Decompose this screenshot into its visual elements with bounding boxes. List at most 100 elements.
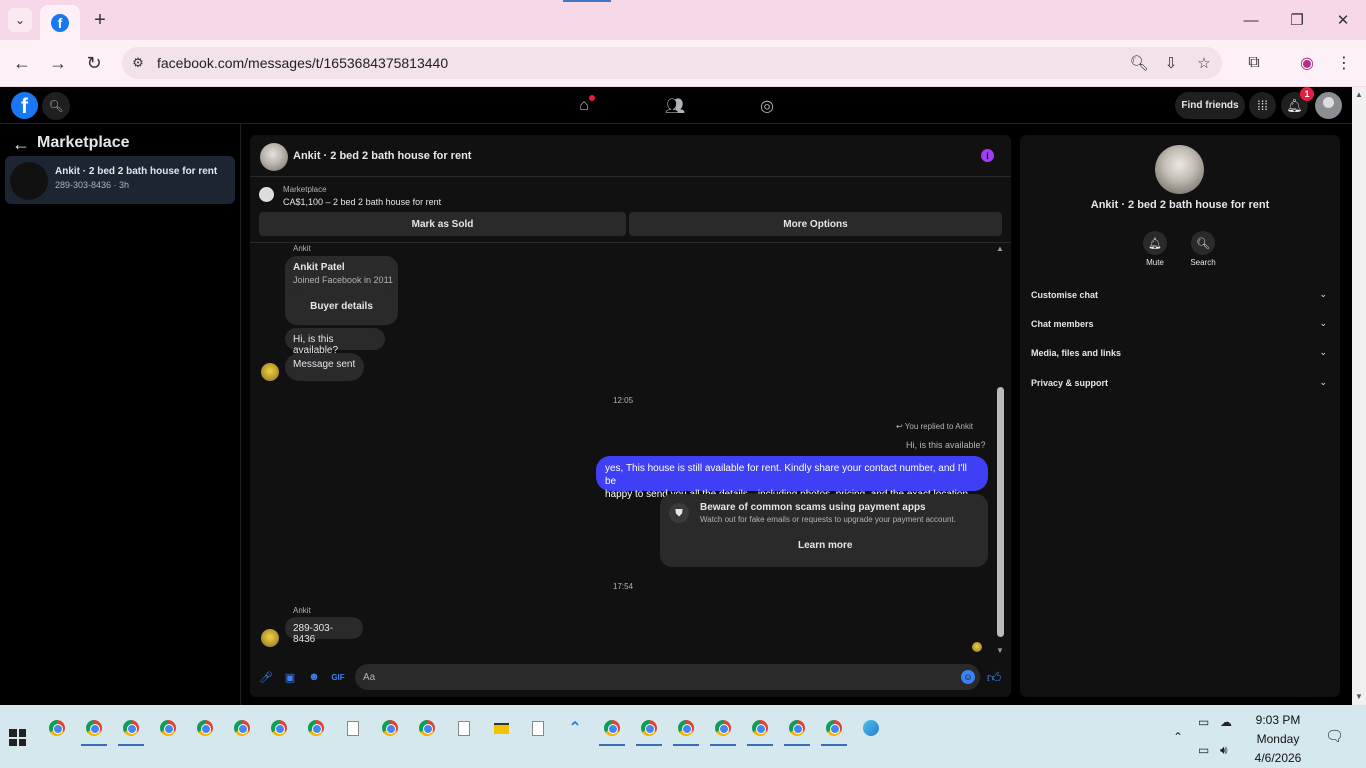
taskbar-chrome-icon[interactable]	[708, 713, 738, 746]
chat-scrollbar[interactable]: ▲ ▼	[996, 244, 1006, 657]
microphone-icon[interactable]: 🎤︎	[259, 670, 273, 684]
system-clock[interactable]: 9:03 PM Monday 4/6/2026	[1248, 711, 1308, 768]
taskbar-chrome-icon[interactable]	[264, 713, 294, 743]
scroll-down-icon[interactable]: ▼	[1355, 692, 1363, 701]
more-options-button[interactable]: More Options	[629, 212, 1002, 236]
search-button[interactable]: 🔍︎ Search	[1183, 231, 1223, 267]
tray-weather-icon[interactable]: ☁	[1220, 715, 1232, 729]
taskbar-chrome-icon[interactable]	[375, 713, 405, 743]
tab-search-icon[interactable]: ⌄	[8, 8, 32, 32]
chat-info-avatar[interactable]	[1155, 145, 1204, 194]
message-input[interactable]	[355, 664, 980, 690]
scroll-up-icon[interactable]: ▲	[1355, 90, 1363, 99]
page-scrollbar[interactable]: ▲ ▼	[1352, 87, 1366, 705]
taskbar-chrome-icon[interactable]	[79, 713, 109, 746]
site-settings-icon[interactable]: ⚙	[128, 53, 148, 73]
listing-title[interactable]: CA$1,100 – 2 bed 2 bath house for rent	[283, 197, 441, 207]
learn-more-link[interactable]: Learn more	[798, 540, 852, 551]
notifications-bell-icon[interactable]: 🔔︎ 1	[1281, 87, 1314, 119]
new-tab-button[interactable]: +	[88, 8, 112, 32]
section-customise-chat[interactable]: Customise chat ⌄	[1031, 288, 1331, 306]
account-avatar[interactable]	[1315, 92, 1342, 119]
photo-icon[interactable]: ▣	[283, 670, 297, 684]
taskbar-edge-icon[interactable]	[856, 713, 886, 743]
extensions-icon[interactable]: ⧉	[1242, 51, 1266, 75]
tray-meet-icon[interactable]: ▭	[1198, 715, 1209, 729]
chevron-down-icon: ⌄	[1319, 318, 1327, 328]
taskbar-file-icon[interactable]	[523, 713, 553, 743]
chat-title[interactable]: Ankit · 2 bed 2 bath house for rent	[293, 150, 471, 162]
section-privacy-support[interactable]: Privacy & support ⌄	[1031, 376, 1331, 394]
taskbar-chrome-icon[interactable]	[190, 713, 220, 743]
taskbar-chrome-icon[interactable]	[42, 713, 72, 743]
listing-thumbnail[interactable]	[259, 187, 274, 202]
taskbar-chrome-icon[interactable]	[116, 713, 146, 746]
taskbar-chrome-icon[interactable]	[153, 713, 183, 743]
taskbar-folder-icon[interactable]	[486, 713, 516, 743]
section-media-files-links[interactable]: Media, files and links ⌄	[1031, 346, 1331, 364]
clock-day: Monday	[1256, 732, 1300, 746]
bookmark-star-icon[interactable]: ☆	[1194, 53, 1214, 73]
back-arrow-icon[interactable]: ←	[12, 134, 30, 155]
profile-icon[interactable]: ◉	[1295, 51, 1319, 75]
sticker-icon[interactable]: ☻	[307, 670, 321, 684]
home-icon[interactable]: ⌂	[572, 94, 596, 118]
scroll-down-icon[interactable]: ▼	[996, 646, 1004, 655]
taskbar-chrome-icon[interactable]	[782, 713, 812, 746]
message-bubble[interactable]: 289-303-8436	[285, 617, 363, 645]
scroll-up-icon[interactable]: ▲	[996, 244, 1004, 253]
url-text[interactable]: facebook.com/messages/t/1653684375813440	[157, 55, 448, 71]
battery-icon[interactable]: ▭	[1198, 743, 1209, 757]
search-icon[interactable]: 🔍︎	[42, 92, 70, 120]
restore-icon[interactable]: ❐	[1285, 8, 1309, 32]
thumbs-up-icon[interactable]: 👍︎	[987, 669, 1002, 685]
message-bubble[interactable]: Message sent	[285, 353, 364, 381]
zoom-icon[interactable]: 🔍︎	[1129, 53, 1149, 73]
tray-chevron-up-icon[interactable]: ⌃	[1173, 730, 1183, 744]
friends-icon[interactable]: 👥︎	[663, 94, 687, 118]
quoted-message[interactable]: Hi, is this available?	[906, 440, 986, 450]
taskbar-file-icon[interactable]	[449, 713, 479, 743]
taskbar-chrome-icon[interactable]	[301, 713, 331, 743]
buyer-details-button[interactable]: Buyer details	[293, 294, 390, 318]
taskbar-chrome-icon[interactable]	[227, 713, 257, 743]
info-icon[interactable]: i	[981, 149, 994, 162]
back-icon[interactable]: ←	[10, 51, 34, 75]
address-bar[interactable]: ⚙ facebook.com/messages/t/16536843758134…	[122, 47, 1222, 79]
taskbar-chrome-icon[interactable]	[745, 713, 775, 746]
facebook-logo-icon[interactable]: f	[11, 92, 38, 119]
close-window-icon[interactable]: ✕	[1331, 8, 1355, 32]
menu-kebab-icon[interactable]: ⋮	[1332, 51, 1356, 75]
taskbar-file-icon[interactable]	[338, 713, 368, 743]
mark-as-sold-button[interactable]: Mark as Sold	[259, 212, 626, 236]
conversation-subtitle: 289-303-8436 · 3h	[55, 180, 130, 190]
emoji-icon[interactable]: ☺	[961, 670, 975, 684]
gif-icon[interactable]: GIF	[331, 670, 345, 684]
sender-avatar[interactable]	[261, 363, 279, 381]
forward-icon[interactable]: →	[46, 51, 70, 75]
reload-icon[interactable]: ↻	[82, 51, 106, 75]
chat-scroll-thumb[interactable]	[997, 387, 1004, 637]
taskbar-app-icon[interactable]: ⌃	[560, 713, 590, 743]
install-app-icon[interactable]: ⇩	[1161, 53, 1181, 73]
taskbar-chrome-icon[interactable]	[412, 713, 442, 743]
taskbar-chrome-icon[interactable]	[671, 713, 701, 746]
groups-icon[interactable]: ◎	[755, 94, 779, 118]
sent-message-bubble[interactable]: yes, This house is still available for r…	[596, 456, 988, 500]
mute-button[interactable]: 🔔︎ Mute	[1135, 231, 1175, 267]
taskbar-chrome-icon[interactable]	[634, 713, 664, 746]
conversation-item[interactable]: Ankit · 2 bed 2 bath house for rent 289-…	[5, 156, 235, 204]
tab-facebook[interactable]: f	[40, 5, 80, 40]
volume-icon[interactable]: 🔊︎	[1220, 743, 1228, 758]
taskbar-chrome-icon[interactable]	[597, 713, 627, 746]
section-chat-members[interactable]: Chat members ⌄	[1031, 317, 1331, 335]
windows-start-icon[interactable]	[9, 729, 26, 746]
taskbar-chrome-icon[interactable]	[819, 713, 849, 746]
minimize-icon[interactable]: —	[1239, 8, 1263, 32]
message-bubble[interactable]: Hi, is this available?	[285, 328, 385, 356]
chat-avatar[interactable]	[260, 143, 288, 171]
sender-avatar[interactable]	[261, 629, 279, 647]
notification-center-icon[interactable]: 🗨︎	[1325, 727, 1344, 745]
find-friends-button[interactable]: Find friends	[1175, 92, 1245, 119]
menu-grid-icon[interactable]: ⁞⁞⁞	[1249, 92, 1276, 119]
